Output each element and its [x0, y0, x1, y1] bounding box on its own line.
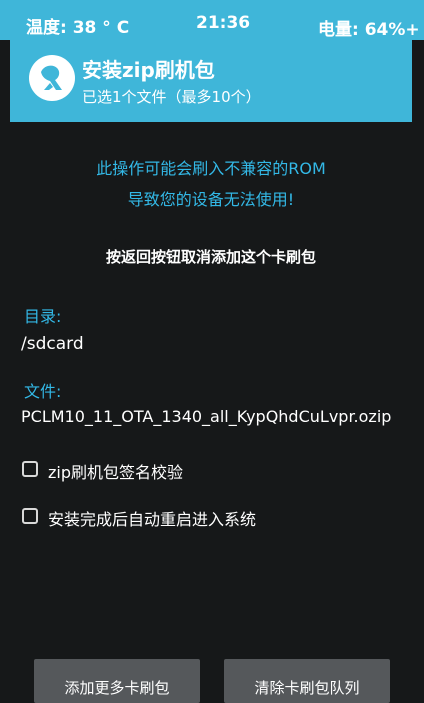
- option-label: zip刷机包签名校验: [48, 463, 184, 482]
- header: 安装zip刷机包 已选1个文件（最多10个）: [10, 40, 412, 122]
- clock: 21:36: [196, 13, 251, 33]
- clear-zip-queue-button[interactable]: 清除卡刷包队列: [224, 659, 390, 703]
- battery-readout: 电量: 64%+: [318, 20, 420, 40]
- screen: 温度: 38 ° C 21:36 电量: 64%+ 安装zip刷机包 已选1个文…: [0, 0, 424, 703]
- temperature-readout: 温度: 38 ° C: [26, 18, 130, 38]
- checkbox[interactable]: [22, 508, 38, 524]
- twrp-logo-icon: [29, 55, 75, 101]
- file-value: PCLM10_11_OTA_1340_all_KypQhdCuLvpr.ozip: [21, 407, 392, 426]
- checkbox[interactable]: [22, 461, 38, 477]
- file-label: 文件:: [24, 382, 62, 401]
- directory-label: 目录:: [24, 307, 62, 326]
- directory-value: /sdcard: [21, 334, 84, 354]
- add-more-zips-button[interactable]: 添加更多卡刷包: [34, 659, 200, 703]
- reboot-after-install-option[interactable]: 安装完成后自动重启进入系统: [22, 506, 302, 530]
- zip-signature-verification-option[interactable]: zip刷机包签名校验: [22, 459, 252, 483]
- warning-line-1: 此操作可能会刷入不兼容的ROM: [96, 159, 326, 178]
- warning-line-2: 导致您的设备无法使用!: [127, 190, 295, 209]
- back-hint: 按返回按钮取消添加这个卡刷包: [105, 248, 316, 266]
- page-title: 安装zip刷机包: [82, 58, 215, 82]
- status-bar: 温度: 38 ° C 21:36 电量: 64%+: [0, 0, 424, 40]
- selection-count: 已选1个文件（最多10个）: [82, 88, 261, 106]
- option-label: 安装完成后自动重启进入系统: [48, 510, 257, 529]
